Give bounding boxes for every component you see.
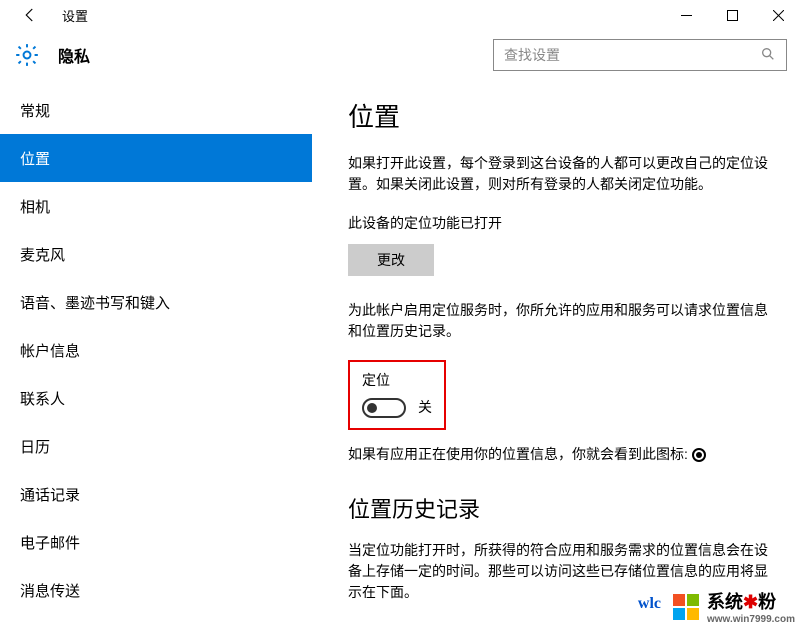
header: 隐私 查找设置: [0, 30, 801, 80]
back-button[interactable]: [10, 0, 50, 30]
section-title-history: 位置历史记录: [348, 493, 775, 526]
sidebar-item-messaging[interactable]: 消息传送: [0, 566, 312, 614]
location-indicator-icon: [692, 448, 706, 462]
sidebar-item-call-history[interactable]: 通话记录: [0, 470, 312, 518]
page-title: 隐私: [58, 43, 493, 67]
icon-note-text: 如果有应用正在使用你的位置信息，你就会看到此图标:: [348, 444, 688, 465]
watermark-text-b: 粉: [758, 592, 776, 612]
search-input[interactable]: 查找设置: [493, 39, 787, 71]
close-button[interactable]: [755, 0, 801, 30]
location-toggle[interactable]: [362, 398, 406, 418]
watermark-logo-icon: [673, 594, 699, 620]
sidebar-item-radios[interactable]: 无线电收发器: [0, 614, 312, 629]
gear-icon: [14, 42, 40, 68]
minimize-button[interactable]: [663, 0, 709, 30]
window-title: 设置: [62, 6, 88, 25]
sidebar-item-calendar[interactable]: 日历: [0, 422, 312, 470]
sidebar-item-contacts[interactable]: 联系人: [0, 374, 312, 422]
sidebar-item-general[interactable]: 常规: [0, 86, 312, 134]
highlight-box: 定位 关: [348, 360, 446, 430]
watermark-url: www.win7999.com: [707, 614, 795, 625]
section-title-location: 位置: [348, 98, 775, 137]
sidebar-item-location[interactable]: 位置: [0, 134, 312, 182]
change-button[interactable]: 更改: [348, 244, 434, 276]
watermark-asterisk: ✱: [743, 592, 758, 612]
watermark: 系统✱粉 www.win7999.com: [673, 588, 795, 625]
sidebar: 常规 位置 相机 麦克风 语音、墨迹书写和键入 帐户信息 联系人 日历 通话记录…: [0, 80, 312, 629]
watermark-wlc: wlc: [638, 595, 661, 613]
device-location-status: 此设备的定位功能已打开: [348, 213, 775, 234]
watermark-text-a: 系统: [707, 592, 743, 612]
location-icon-note: 如果有应用正在使用你的位置信息，你就会看到此图标:: [348, 444, 775, 465]
title-bar: 设置: [0, 0, 801, 30]
content-area: 位置 如果打开此设置，每个登录到这台设备的人都可以更改自己的定位设置。如果关闭此…: [312, 80, 801, 629]
sidebar-item-account-info[interactable]: 帐户信息: [0, 326, 312, 374]
account-location-note: 为此帐户启用定位服务时，你所允许的应用和服务可以请求位置信息和位置历史记录。: [348, 300, 775, 342]
maximize-button[interactable]: [709, 0, 755, 30]
sidebar-item-speech-ink[interactable]: 语音、墨迹书写和键入: [0, 278, 312, 326]
window-controls: [663, 0, 801, 30]
sidebar-item-email[interactable]: 电子邮件: [0, 518, 312, 566]
sidebar-item-microphone[interactable]: 麦克风: [0, 230, 312, 278]
search-placeholder: 查找设置: [504, 45, 760, 65]
sidebar-item-camera[interactable]: 相机: [0, 182, 312, 230]
watermark-text: 系统✱粉 www.win7999.com: [707, 588, 795, 625]
location-toggle-label: 定位: [362, 370, 432, 391]
location-intro-text: 如果打开此设置，每个登录到这台设备的人都可以更改自己的定位设置。如果关闭此设置，…: [348, 153, 775, 195]
location-toggle-state: 关: [418, 397, 432, 418]
search-icon: [760, 46, 776, 65]
